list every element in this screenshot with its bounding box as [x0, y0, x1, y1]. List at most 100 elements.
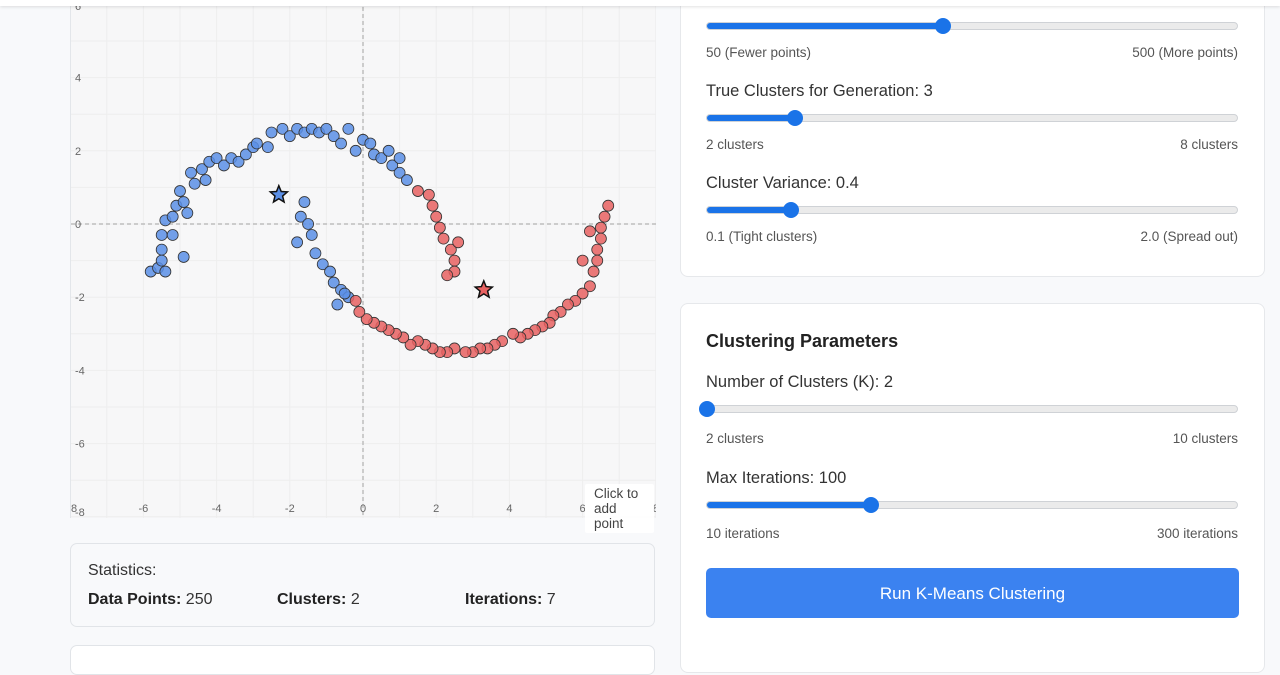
- statistics-title: Statistics:: [88, 562, 157, 579]
- data-point: [177, 251, 190, 263]
- data-points-max-label: 500 (More points): [1132, 45, 1238, 60]
- x-tick-label: 8: [71, 503, 77, 515]
- x-tick-label: -2: [285, 503, 295, 515]
- data-point: [250, 137, 263, 150]
- slider-thumb[interactable]: [934, 18, 951, 34]
- data-point: [155, 254, 168, 267]
- click-hint: Click to add point: [585, 484, 654, 533]
- true-clusters-min-label: 2 clusters: [706, 137, 764, 152]
- data-point: [309, 247, 322, 260]
- data-point: [602, 199, 615, 212]
- data-point: [426, 199, 439, 212]
- cluster-variance-max-label: 2.0 (Spread out): [1140, 229, 1238, 244]
- data-point: [265, 126, 278, 139]
- true-clusters-label: True Clusters for Generation: 3: [706, 82, 933, 100]
- stat-clusters-label: Clusters:: [277, 591, 347, 608]
- num-clusters-max-label: 10 clusters: [1172, 431, 1238, 446]
- slider-fill: [707, 115, 796, 121]
- max-iterations-max-label: 300 iterations: [1156, 526, 1238, 541]
- y-tick-label: 4: [75, 73, 81, 85]
- run-kmeans-button[interactable]: Run K-Means Clustering: [706, 568, 1239, 618]
- scatter-plot[interactable]: 420-2-4-6-86-6 -4 -2 0 2 4 6 88: [71, 0, 656, 518]
- y-tick-label: -4: [75, 365, 85, 377]
- data-point: [155, 229, 168, 241]
- stat-clusters-value: 2: [350, 591, 360, 608]
- y-tick-label: -6: [75, 439, 85, 451]
- scatter-plot-card[interactable]: 4 2 0 -2 -4 -6 -8 6 -6 -4 -2 0 2 4 6 8 8 Click to add po…: [70, 0, 656, 533]
- data-point: [584, 225, 596, 238]
- data-point: [305, 229, 318, 241]
- data-point: [430, 210, 443, 223]
- num-clusters-slider[interactable]: [699, 401, 1238, 417]
- data-point: [174, 185, 186, 197]
- slider-thumb[interactable]: [787, 110, 804, 126]
- statistics-card: Statistics: Data Points: 250 Clusters: 2…: [70, 543, 655, 627]
- x-tick-label: 2: [433, 503, 439, 515]
- stat-iterations-label: Iterations:: [465, 591, 543, 608]
- data-point: [291, 236, 304, 249]
- x-tick-label: 0: [360, 503, 366, 515]
- data-point: [364, 137, 377, 150]
- data-point: [188, 177, 201, 190]
- data-point: [595, 232, 607, 245]
- stat-data-points-label: Data Points:: [88, 591, 182, 608]
- data-point: [591, 243, 604, 256]
- data-point: [598, 210, 611, 223]
- data-point: [199, 174, 212, 186]
- data-point: [587, 265, 600, 278]
- slider-fill: [707, 207, 791, 213]
- max-iterations-slider[interactable]: [706, 497, 1238, 513]
- data-point: [331, 298, 344, 311]
- next-card: [70, 645, 655, 675]
- data-point: [298, 196, 311, 208]
- data-point: [338, 287, 351, 300]
- cluster-variance-min-label: 0.1 (Tight clusters): [706, 229, 818, 244]
- slider-fill: [707, 23, 943, 29]
- data-point: [342, 122, 355, 135]
- data-point: [507, 327, 519, 340]
- slider-thumb[interactable]: [782, 202, 799, 218]
- data-point: [324, 265, 336, 278]
- data-point: [181, 207, 194, 219]
- cluster-variance-slider[interactable]: [706, 202, 1238, 218]
- data-point: [452, 236, 465, 249]
- data-point: [401, 174, 413, 186]
- true-clusters-slider[interactable]: [706, 110, 1238, 126]
- num-clusters-label: Number of Clusters (K): 2: [706, 373, 894, 391]
- data-point: [166, 210, 179, 223]
- data-points-min-label: 50 (Fewer points): [706, 45, 812, 60]
- slider-thumb[interactable]: [699, 401, 715, 417]
- data-generation-panel: 50 (Fewer points) 500 (More points) True…: [680, 0, 1265, 277]
- data-points-slider[interactable]: [706, 18, 1238, 34]
- slider-fill: [707, 502, 872, 508]
- data-point: [459, 346, 472, 359]
- data-point: [422, 188, 435, 201]
- data-point: [441, 269, 454, 282]
- data-point: [159, 265, 172, 278]
- num-clusters-min-label: 2 clusters: [706, 431, 764, 446]
- y-tick-label: 2: [75, 146, 81, 158]
- data-point: [411, 185, 424, 197]
- max-iterations-label: Max Iterations: 100: [706, 469, 847, 487]
- stat-iterations: Iterations: 7: [465, 591, 556, 609]
- data-point: [382, 144, 395, 157]
- data-point: [261, 141, 274, 154]
- data-point: [576, 254, 589, 267]
- top-bar: [0, 0, 1280, 6]
- stat-data-points-value: 250: [185, 591, 213, 608]
- data-point: [591, 254, 604, 267]
- x-tick-label: -4: [212, 503, 222, 515]
- data-point: [155, 243, 168, 256]
- data-point: [177, 196, 190, 208]
- true-clusters-max-label: 8 clusters: [1180, 137, 1238, 152]
- cluster-variance-label: Cluster Variance: 0.4: [706, 174, 859, 192]
- data-point: [437, 232, 450, 245]
- data-point: [448, 254, 461, 267]
- slider-thumb[interactable]: [863, 497, 880, 513]
- stat-iterations-value: 7: [546, 591, 556, 608]
- data-point: [393, 152, 406, 165]
- clustering-parameters-panel: Clustering Parameters Number of Clusters…: [680, 303, 1265, 673]
- data-point: [166, 229, 179, 241]
- data-point: [302, 218, 315, 230]
- y-tick-label: -2: [75, 292, 85, 304]
